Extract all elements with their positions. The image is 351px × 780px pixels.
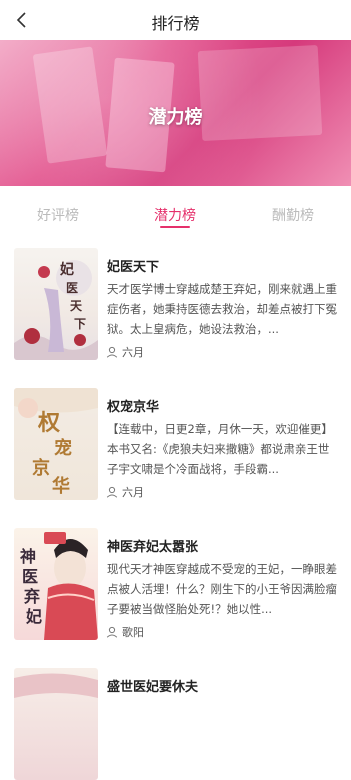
book-title[interactable]: 权宠京华 bbox=[107, 396, 159, 415]
svg-text:华: 华 bbox=[52, 475, 70, 497]
list-item[interactable]: 权 宠 京 华 权宠京华 【连载中，日更2章，月休一天，欢迎催更】本书又名:《虎… bbox=[0, 380, 351, 500]
top-bar: 排行榜 bbox=[0, 0, 351, 40]
user-icon bbox=[106, 346, 118, 358]
user-icon bbox=[106, 626, 118, 638]
page-title: 排行榜 bbox=[151, 14, 200, 33]
cover-art: 妃 医 天 下 bbox=[14, 260, 98, 360]
svg-text:医: 医 bbox=[22, 567, 38, 586]
book-author: 歌阳 bbox=[106, 624, 144, 640]
book-title[interactable]: 神医弃妃太嚣张 bbox=[107, 536, 198, 555]
cover-art: 权 宠 京 华 bbox=[14, 388, 98, 497]
author-name: 六月 bbox=[122, 346, 144, 359]
book-cover[interactable]: 妃 医 天 下 bbox=[14, 248, 98, 360]
book-cover[interactable] bbox=[14, 668, 98, 780]
book-author: 六月 bbox=[106, 484, 144, 500]
svg-text:弃: 弃 bbox=[24, 587, 40, 606]
author-name: 六月 bbox=[122, 486, 144, 499]
ranking-tabs: 好评榜 潜力榜 酬勤榜 bbox=[0, 186, 351, 236]
book-title[interactable]: 妃医天下 bbox=[107, 256, 159, 275]
list-item[interactable]: 神 医 弃 妃 神医弃妃太嚣张 现代天才神医穿越成不受宠的王妃，一睁眼差点被人活… bbox=[0, 520, 351, 640]
active-tab-indicator bbox=[160, 226, 190, 228]
user-icon bbox=[106, 486, 118, 498]
author-name: 歌阳 bbox=[122, 626, 144, 639]
banner-label: 潜力榜 bbox=[148, 107, 203, 128]
svg-text:天: 天 bbox=[70, 299, 83, 313]
tab-good-reviews[interactable]: 好评榜 bbox=[18, 205, 98, 225]
book-title[interactable]: 盛世医妃要休夫 bbox=[107, 676, 198, 695]
svg-text:京: 京 bbox=[32, 457, 50, 479]
cover-art bbox=[14, 673, 98, 698]
book-cover[interactable]: 神 医 弃 妃 bbox=[14, 528, 98, 640]
list-item[interactable]: 妃 医 天 下 妃医天下 天才医学博士穿越成楚王弃妃，刚来就遇上重症伤者，她秉持… bbox=[0, 240, 351, 360]
banner[interactable]: 潜力榜 bbox=[0, 40, 351, 186]
tab-potential[interactable]: 潜力榜 bbox=[135, 205, 215, 225]
svg-text:权: 权 bbox=[37, 410, 61, 436]
svg-text:妃: 妃 bbox=[25, 607, 42, 626]
svg-text:宠: 宠 bbox=[54, 437, 72, 459]
tab-diligence[interactable]: 酬勤榜 bbox=[253, 205, 333, 225]
list-item[interactable]: 盛世医妃要休夫 bbox=[0, 660, 351, 780]
svg-text:妃: 妃 bbox=[60, 261, 74, 278]
svg-text:神: 神 bbox=[20, 547, 36, 566]
book-description: 现代天才神医穿越成不受宠的王妃，一睁眼差点被人活埋！什么？刚生下的小王爷因满脸瘤… bbox=[107, 562, 337, 616]
svg-text:医: 医 bbox=[66, 281, 78, 295]
cover-art: 神 医 弃 妃 bbox=[20, 532, 98, 640]
book-author: 六月 bbox=[106, 344, 144, 360]
book-cover[interactable]: 权 宠 京 华 bbox=[14, 388, 98, 500]
svg-text:下: 下 bbox=[74, 317, 86, 331]
book-description: 【连载中，日更2章，月休一天，欢迎催更】本书又名:《虎狼夫妇来撒糖》都说肃亲王世… bbox=[107, 422, 333, 476]
book-description: 天才医学博士穿越成楚王弃妃，刚来就遇上重症伤者，她秉持医德去救治，却差点被打下冤… bbox=[107, 282, 337, 336]
